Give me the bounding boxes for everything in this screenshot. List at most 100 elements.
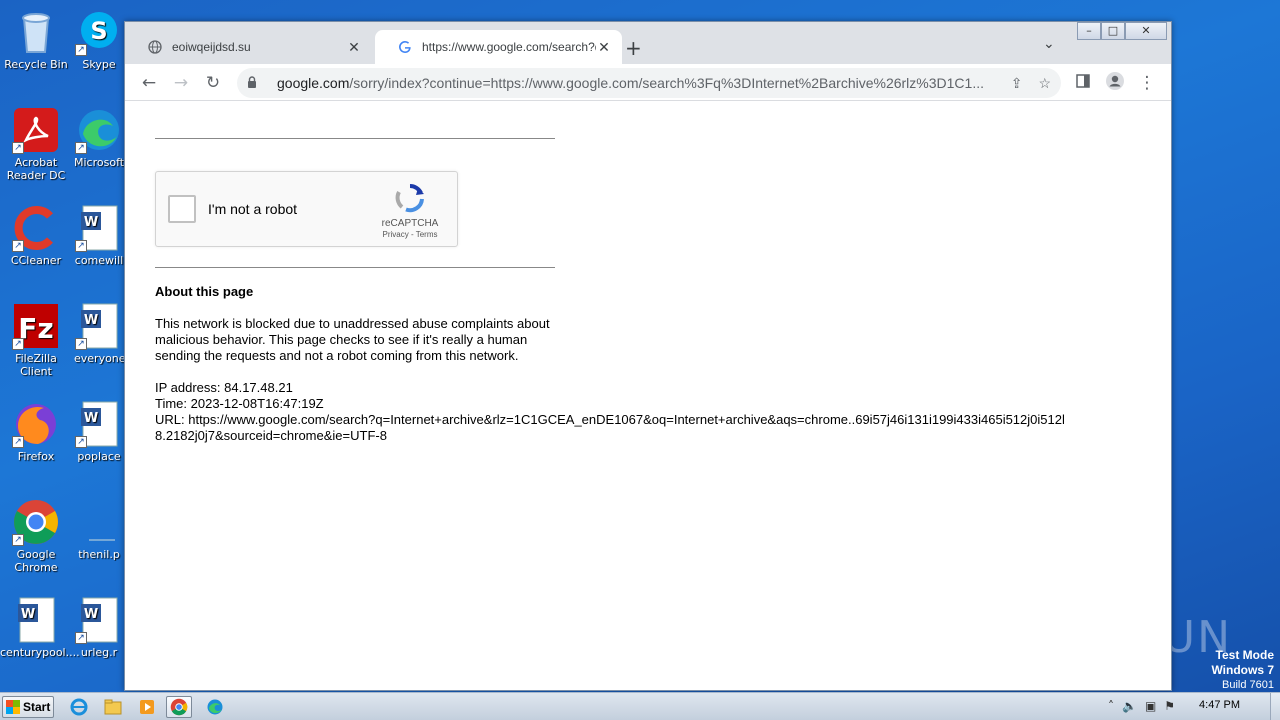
- reload-button[interactable]: ↻: [201, 71, 225, 95]
- desktop-icon-label: Acrobat Reader DC: [6, 156, 66, 182]
- windows-logo-icon: [6, 700, 20, 714]
- desktop-icon-label: everyone: [74, 352, 124, 365]
- start-button[interactable]: Start: [2, 696, 54, 718]
- desktop-icon-comewill[interactable]: W ↗ comewill: [74, 204, 124, 267]
- profile-avatar-icon[interactable]: [1103, 71, 1127, 95]
- acrobat-icon: ↗: [12, 106, 60, 154]
- tab-inactive[interactable]: eoiwqeijdsd.su ✕: [125, 30, 372, 64]
- tab-active[interactable]: https://www.google.com/search?q= ✕: [375, 30, 622, 64]
- desktop-icon-ccleaner[interactable]: ↗ CCleaner: [0, 204, 72, 267]
- back-button[interactable]: ←: [137, 71, 161, 95]
- desktop-icon-filezilla[interactable]: Fz ↗ FileZilla Client: [0, 302, 72, 378]
- desktop-icon-edge[interactable]: ↗ Microsoft: [74, 106, 124, 169]
- chrome-taskbar-icon[interactable]: [166, 696, 192, 718]
- tab-strip: eoiwqeijdsd.su ✕ https://www.google.com/…: [125, 22, 1171, 64]
- menu-kebab-icon[interactable]: ⋮: [1135, 71, 1159, 95]
- close-tab-icon[interactable]: ✕: [346, 39, 362, 56]
- ip-address: IP address: 84.17.48.21: [155, 380, 293, 395]
- recycle-bin-icon: [12, 8, 60, 56]
- build-line: Build 7601: [1222, 679, 1274, 691]
- svg-text:W: W: [84, 215, 98, 230]
- clock[interactable]: 4:47 PM: [1199, 699, 1240, 711]
- google-g-icon: [397, 39, 413, 55]
- ie-taskbar-icon[interactable]: [66, 696, 92, 718]
- close-tab-icon[interactable]: ✕: [596, 39, 612, 56]
- network-icon[interactable]: ▣: [1145, 699, 1156, 713]
- chevron-down-icon[interactable]: ⌄: [1043, 36, 1055, 52]
- test-mode-line: Test Mode: [1215, 648, 1274, 662]
- desktop-icon-thenil[interactable]: thenil.p: [74, 498, 124, 561]
- file-icon: [75, 498, 123, 546]
- word-doc-icon: W ↗: [75, 400, 123, 448]
- desktop-icon-label: thenil.p: [78, 548, 120, 561]
- browser-window: eoiwqeijdsd.su ✕ https://www.google.com/…: [124, 21, 1172, 691]
- taskbar: Start ˄ 🔈 ▣ ⚑ 4:47 PM: [0, 692, 1280, 720]
- address-url: google.com/sorry/index?continue=https://…: [277, 75, 995, 91]
- svg-text:S: S: [90, 17, 107, 45]
- new-tab-button[interactable]: +: [625, 36, 642, 60]
- skype-icon: S ↗: [75, 8, 123, 56]
- page-content: I'm not a robot reCAPTCHA Privacy - Term…: [155, 138, 1155, 444]
- recaptcha-logo: reCAPTCHA Privacy - Terms: [375, 182, 445, 240]
- word-doc-icon: W ↗: [75, 302, 123, 350]
- desktop-icon-acrobat[interactable]: ↗ Acrobat Reader DC: [0, 106, 72, 182]
- request-url: URL: https://www.google.com/search?q=Int…: [155, 412, 1065, 443]
- desktop-icon-recycle-bin[interactable]: Recycle Bin: [0, 8, 72, 71]
- desktop-icon-firefox[interactable]: ↗ Firefox: [0, 400, 72, 463]
- desktop-icon-label: FileZilla Client: [15, 352, 57, 378]
- filezilla-icon: Fz ↗: [12, 302, 60, 350]
- request-time: Time: 2023-12-08T16:47:19Z: [155, 396, 324, 411]
- recaptcha-widget: I'm not a robot reCAPTCHA Privacy - Term…: [155, 171, 458, 247]
- desktop-icon-label: urleg.r: [80, 646, 118, 659]
- address-host: google.com: [277, 75, 350, 91]
- desktop-icon-skype[interactable]: S ↗ Skype: [74, 8, 124, 71]
- browser-toolbar: ← → ↻ google.com/sorry/index?continue=ht…: [125, 64, 1171, 101]
- forward-button[interactable]: →: [169, 71, 193, 95]
- recaptcha-links[interactable]: Privacy - Terms: [375, 230, 445, 240]
- recaptcha-icon: [395, 183, 424, 213]
- edge-taskbar-icon[interactable]: [202, 696, 228, 718]
- request-info: IP address: 84.17.48.21 Time: 2023-12-08…: [155, 380, 1155, 444]
- firefox-icon: ↗: [12, 400, 60, 448]
- desktop-icon-label: Google Chrome: [14, 548, 58, 574]
- about-heading: About this page: [155, 284, 254, 299]
- desktop-icon-label: comewill: [74, 254, 124, 267]
- svg-text:W: W: [21, 607, 35, 622]
- show-desktop-button[interactable]: [1270, 693, 1280, 720]
- edge-icon: ↗: [75, 106, 123, 154]
- svg-text:W: W: [84, 313, 98, 328]
- bookmark-star-icon[interactable]: ☆: [1038, 75, 1051, 92]
- desktop-icon-label: CCleaner: [10, 254, 62, 267]
- recaptcha-brand: reCAPTCHA: [381, 218, 439, 229]
- maximize-button[interactable]: □: [1101, 22, 1125, 40]
- test-mode-notice: Test Mode Windows 7 Build 7601: [1211, 648, 1274, 693]
- divider: [155, 138, 555, 139]
- share-icon[interactable]: ⇪: [1011, 75, 1023, 92]
- media-player-taskbar-icon[interactable]: [134, 696, 160, 718]
- svg-text:W: W: [84, 607, 98, 622]
- side-panel-icon[interactable]: [1071, 71, 1095, 95]
- svg-text:W: W: [84, 411, 98, 426]
- address-bar[interactable]: google.com/sorry/index?continue=https://…: [237, 68, 1061, 98]
- desktop-icon-urleg[interactable]: W ↗ urleg.r: [74, 596, 124, 659]
- lock-icon[interactable]: [247, 75, 261, 91]
- close-window-button[interactable]: ✕: [1125, 22, 1167, 40]
- minimize-button[interactable]: –: [1077, 22, 1101, 40]
- blocked-explanation: This network is blocked due to unaddress…: [155, 316, 550, 363]
- windows-version-line: Windows 7: [1211, 663, 1274, 677]
- volume-icon[interactable]: 🔈: [1122, 699, 1137, 713]
- recaptcha-checkbox[interactable]: [168, 195, 196, 223]
- desktop-icon-chrome[interactable]: ↗ Google Chrome: [0, 498, 72, 574]
- desktop-icon-label: centurypool....: [0, 646, 80, 659]
- system-tray: ˄ 🔈 ▣ ⚑: [1108, 699, 1175, 713]
- desktop-icon-label: poplace: [77, 450, 121, 463]
- show-hidden-icons-icon[interactable]: ˄: [1108, 699, 1114, 713]
- desktop-icon-label: Skype: [82, 58, 116, 71]
- desktop-icon-centurypool[interactable]: W centurypool....: [0, 596, 80, 659]
- desktop-icon-poplace[interactable]: W ↗ poplace: [74, 400, 124, 463]
- action-center-flag-icon[interactable]: ⚑: [1164, 699, 1175, 713]
- chrome-icon: ↗: [12, 498, 60, 546]
- desktop-icon-everyone[interactable]: W ↗ everyone: [74, 302, 124, 365]
- explorer-taskbar-icon[interactable]: [100, 696, 126, 718]
- desktop-icon-label: Microsoft: [74, 156, 124, 169]
